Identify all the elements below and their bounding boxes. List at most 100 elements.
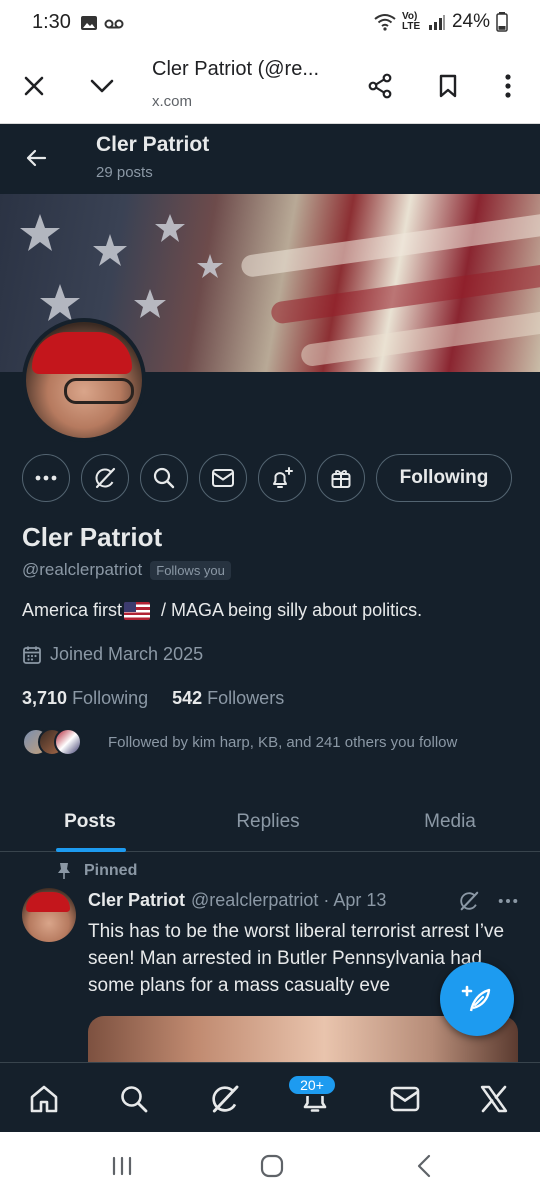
gift-icon: [331, 470, 351, 488]
tab-posts[interactable]: Posts: [30, 792, 150, 852]
nav-grok[interactable]: [203, 1077, 247, 1121]
home-system-button[interactable]: [252, 1150, 292, 1182]
header-post-count: 29 posts: [96, 164, 153, 181]
wifi-icon: [374, 14, 396, 31]
status-bar: 1:30 Vo) LTE 24%: [0, 0, 540, 46]
page-title[interactable]: Cler Patriot (@re...: [152, 58, 337, 81]
follows-you-badge: Follows you: [150, 560, 231, 580]
pinned-label-row: Pinned: [56, 862, 137, 880]
pinned-label: Pinned: [84, 862, 138, 879]
following-button[interactable]: Following: [376, 454, 512, 502]
nav-messages[interactable]: [383, 1077, 427, 1121]
tab-media[interactable]: Media: [390, 792, 510, 852]
pin-icon: [58, 863, 70, 879]
post-author-avatar[interactable]: [22, 888, 76, 942]
post-header: Cler Patriot @realclerpatriot · Apr 13: [88, 890, 386, 911]
back-button[interactable]: [18, 140, 54, 176]
page-url[interactable]: x.com: [152, 93, 192, 110]
nav-x-premium[interactable]: [472, 1077, 516, 1121]
profile-avatar[interactable]: [22, 318, 146, 442]
compose-button[interactable]: [440, 962, 514, 1036]
more-horizontal-icon[interactable]: [498, 898, 518, 904]
status-time: 1:30: [32, 11, 71, 33]
post-meta[interactable]: @realclerpatriot · Apr 13: [191, 890, 386, 911]
search-icon: [153, 467, 175, 489]
post-author-name[interactable]: Cler Patriot: [88, 890, 185, 911]
grok-button[interactable]: [81, 454, 129, 502]
arrow-left-icon: [26, 149, 47, 167]
more-options-button[interactable]: [488, 66, 528, 106]
network-label: Vo) LTE: [401, 11, 421, 32]
share-icon: [368, 73, 392, 99]
calendar-icon: [23, 646, 41, 664]
bio-text-start: America first: [22, 600, 123, 620]
bell-plus-icon: [273, 467, 293, 488]
more-button[interactable]: [22, 454, 70, 502]
profile-actions: Following: [0, 454, 540, 502]
followers-count: 542: [172, 688, 203, 708]
banner-stripe: [240, 211, 540, 279]
mutual-avatar: [54, 728, 82, 756]
more-vertical-icon: [505, 74, 511, 98]
grok-icon[interactable]: [458, 890, 480, 912]
bottom-navigation: 20+: [0, 1062, 540, 1132]
following-count: 3,710: [22, 688, 68, 708]
voicemail-icon: [104, 19, 124, 29]
share-button[interactable]: [360, 66, 400, 106]
followers-label: Followers: [207, 688, 285, 708]
avatar-glasses: [64, 378, 134, 404]
more-horizontal-icon: [35, 475, 57, 481]
mutual-avatars: [22, 728, 92, 756]
status-notification-icons: [80, 14, 124, 32]
mail-icon: [390, 1086, 420, 1112]
search-icon: [121, 1086, 148, 1113]
gift-button[interactable]: [317, 454, 365, 502]
back-system-button[interactable]: [404, 1150, 444, 1182]
nav-search[interactable]: [112, 1077, 156, 1121]
gallery-icon: [81, 16, 97, 30]
recents-icon: [112, 1156, 132, 1176]
notifications-badge: 20+: [287, 1074, 337, 1096]
followed-by-text: Followed by kim harp, KB, and 241 others…: [108, 733, 458, 751]
post-header-actions: [458, 890, 518, 912]
profile-bio: America first / MAGA being silly about p…: [22, 600, 422, 621]
home-pill-icon: [260, 1154, 284, 1178]
recents-button[interactable]: [102, 1150, 142, 1182]
followers-count-link[interactable]: 542 Followers: [172, 688, 284, 709]
close-icon: [24, 76, 44, 96]
close-tab-button[interactable]: [14, 66, 54, 106]
x-logo-icon: [480, 1085, 508, 1113]
profile-header: Cler Patriot 29 posts: [0, 124, 540, 194]
joined-date: Joined March 2025: [22, 644, 203, 665]
avatar-cap: [32, 332, 132, 374]
banner-stripe: [269, 261, 540, 325]
bio-text-end: / MAGA being silly about politics.: [156, 600, 423, 620]
android-navigation-bar: [0, 1132, 540, 1200]
us-flag-emoji-icon: [124, 601, 151, 620]
mail-icon: [212, 469, 234, 487]
nav-home[interactable]: [22, 1077, 66, 1121]
status-indicators: Vo) LTE 24%: [374, 11, 508, 33]
home-icon: [30, 1085, 58, 1113]
joined-text: Joined March 2025: [50, 644, 204, 664]
following-count-link[interactable]: 3,710 Following: [22, 688, 148, 709]
grok-icon: [95, 467, 116, 489]
browser-toolbar: Cler Patriot (@re... x.com: [0, 46, 540, 124]
chevron-left-icon: [417, 1154, 431, 1178]
minimize-button[interactable]: [82, 66, 122, 106]
message-button[interactable]: [199, 454, 247, 502]
notifications-subscribe-button[interactable]: [258, 454, 306, 502]
profile-tabs: Posts Replies Media: [0, 792, 540, 852]
bookmark-button[interactable]: [428, 66, 468, 106]
following-label: Following: [72, 688, 149, 708]
compose-feather-icon: [461, 985, 491, 1012]
header-name: Cler Patriot: [96, 133, 210, 156]
profile-display-name: Cler Patriot: [22, 522, 163, 552]
followed-by-row[interactable]: Followed by kim harp, KB, and 241 others…: [22, 728, 457, 756]
active-tab-indicator: [56, 848, 126, 852]
tab-replies[interactable]: Replies: [208, 792, 328, 852]
battery-percent: 24%: [451, 11, 490, 32]
search-profile-button[interactable]: [140, 454, 188, 502]
battery-icon: [496, 12, 508, 32]
signal-icon: [428, 15, 445, 30]
